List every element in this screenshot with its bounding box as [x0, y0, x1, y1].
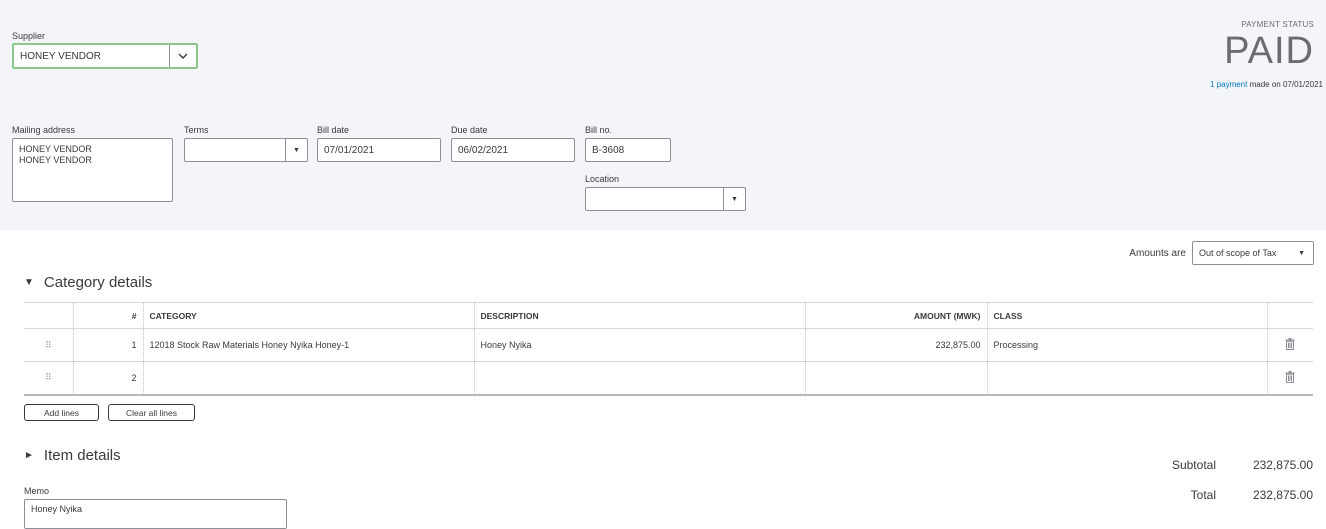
mailing-address-textarea[interactable]: HONEY VENDOR HONEY VENDOR — [12, 138, 173, 202]
payment-status-label: PAYMENT STATUS — [1241, 20, 1314, 29]
category-details-toggle[interactable]: ▼ Category details — [24, 274, 152, 291]
category-details-title: Category details — [43, 274, 153, 291]
column-header-class: CLASS — [987, 302, 1268, 329]
trash-icon[interactable] — [1267, 361, 1313, 396]
delete-column-header — [1267, 302, 1313, 329]
amounts-are-value: Out of scope of Tax — [1199, 248, 1277, 258]
caret-down-icon[interactable]: ▼ — [285, 139, 307, 161]
row-number: 2 — [73, 361, 144, 396]
drag-handle-icon[interactable]: ⠿ — [24, 328, 74, 362]
bill-no-value: B-3608 — [592, 144, 625, 156]
total-label: Total — [1190, 488, 1216, 502]
bill-date-label: Bill date — [317, 125, 350, 135]
payment-link[interactable]: 1 payment — [1210, 80, 1247, 89]
triangle-right-icon: ► — [24, 450, 34, 461]
chevron-down-icon[interactable] — [169, 45, 196, 67]
location-label: Location — [585, 174, 620, 184]
bill-date-value: 07/01/2021 — [324, 144, 375, 156]
bill-no-input[interactable]: B-3608 — [585, 138, 671, 162]
item-details-title: Item details — [43, 447, 121, 464]
memo-textarea[interactable]: Honey Nyika — [24, 499, 287, 529]
terms-label: Terms — [184, 125, 209, 135]
payment-status: PAID — [1224, 30, 1314, 72]
mailing-address-line: HONEY VENDOR — [19, 144, 92, 154]
class-cell[interactable] — [987, 361, 1268, 396]
payment-made-info: 1 payment made on 07/01/2021 — [1210, 80, 1323, 89]
amounts-are-select[interactable]: Out of scope of Tax ▼ — [1192, 241, 1314, 265]
table-row[interactable]: ⠿ 2 — [24, 361, 1313, 396]
category-table: # CATEGORY DESCRIPTION AMOUNT (MWK) CLAS… — [24, 302, 1313, 396]
table-header-row: # CATEGORY DESCRIPTION AMOUNT (MWK) CLAS… — [24, 302, 1313, 329]
category-cell[interactable] — [143, 361, 475, 396]
memo-value: Honey Nyika — [31, 504, 83, 514]
supplier-label: Supplier — [12, 31, 46, 41]
column-header-number: # — [73, 302, 144, 329]
bill-date-input[interactable]: 07/01/2021 — [317, 138, 441, 162]
amounts-are-control: Amounts are Out of scope of Tax ▼ — [1129, 241, 1314, 265]
column-header-amount: AMOUNT (MWK) — [805, 302, 988, 329]
subtotal-value: 232,875.00 — [1252, 458, 1313, 472]
mailing-address-line: HONEY VENDOR — [19, 155, 92, 165]
class-cell[interactable]: Processing — [987, 328, 1268, 362]
bill-header-panel: Supplier HONEY VENDOR PAYMENT STATUS PAI… — [0, 0, 1326, 230]
due-date-label: Due date — [451, 125, 488, 135]
mailing-address-label: Mailing address — [12, 125, 76, 135]
row-number: 1 — [73, 328, 144, 362]
description-cell[interactable] — [474, 361, 806, 396]
table-row[interactable]: ⠿ 1 12018 Stock Raw Materials Honey Nyik… — [24, 328, 1313, 362]
column-header-description: DESCRIPTION — [474, 302, 806, 329]
amount-cell[interactable]: 232,875.00 — [805, 328, 988, 362]
trash-icon[interactable] — [1267, 328, 1313, 362]
caret-down-icon: ▼ — [1298, 249, 1305, 257]
amounts-are-label: Amounts are — [1129, 247, 1186, 259]
payment-made-text: made on 07/01/2021 — [1249, 80, 1323, 89]
amount-cell[interactable] — [805, 361, 988, 396]
triangle-down-icon: ▼ — [24, 277, 34, 288]
due-date-value: 06/02/2021 — [458, 144, 509, 156]
total-value: 232,875.00 — [1252, 488, 1313, 502]
category-cell[interactable]: 12018 Stock Raw Materials Honey Nyika Ho… — [143, 328, 475, 362]
item-details-toggle[interactable]: ► Item details — [24, 447, 121, 464]
drag-column-header — [24, 302, 74, 329]
description-cell[interactable]: Honey Nyika — [474, 328, 806, 362]
location-select[interactable]: ▼ — [585, 187, 746, 211]
bill-no-label: Bill no. — [585, 125, 613, 135]
column-header-category: CATEGORY — [143, 302, 475, 329]
supplier-combobox[interactable]: HONEY VENDOR — [12, 43, 198, 69]
drag-handle-icon[interactable]: ⠿ — [24, 361, 74, 396]
due-date-input[interactable]: 06/02/2021 — [451, 138, 575, 162]
memo-label: Memo — [24, 486, 50, 496]
terms-select[interactable]: ▼ — [184, 138, 308, 162]
subtotal-label: Subtotal — [1171, 458, 1216, 472]
add-lines-button[interactable]: Add lines — [24, 404, 99, 421]
supplier-value: HONEY VENDOR — [20, 50, 101, 62]
clear-all-lines-button[interactable]: Clear all lines — [108, 404, 195, 421]
caret-down-icon[interactable]: ▼ — [723, 188, 745, 210]
